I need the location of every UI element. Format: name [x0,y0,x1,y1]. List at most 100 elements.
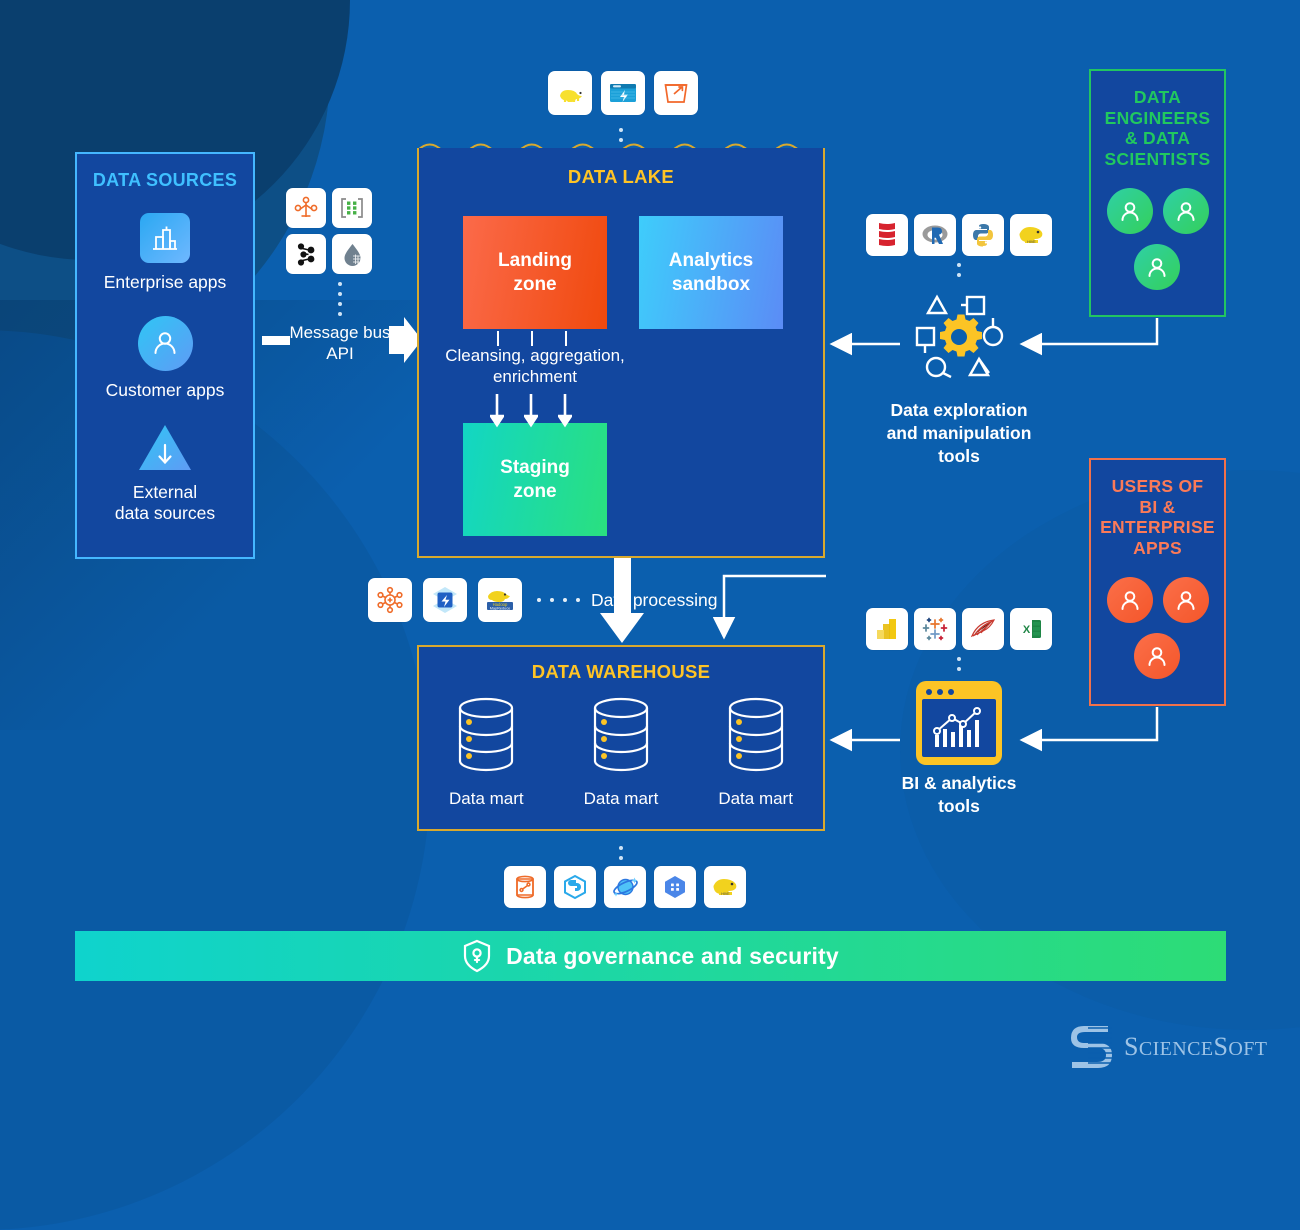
python-icon[interactable] [962,214,1004,256]
avatar [1106,576,1153,623]
data-mart-label: Data mart [449,788,524,808]
azure-event-hubs-icon[interactable] [332,188,372,228]
azure-data-lake-storage-icon[interactable] [601,71,645,115]
shield-lock-icon [463,939,491,973]
data-source-label: External data sources [114,481,216,524]
svg-text:MapReduce: MapReduce [490,607,510,611]
svg-text:X: X [1023,624,1031,636]
data-governance-bar: Data governance and security [75,931,1226,981]
data-mart[interactable]: Data mart [583,695,659,809]
avatar [1106,187,1153,234]
database-cylinder-icon [459,697,514,771]
sql-server-reporting-services-icon[interactable] [962,608,1004,650]
bi-tools-label: BI & analytics tools [901,773,1017,816]
data-lake-storage-icons [548,71,698,115]
sciencesoft-logo-text: SCIENCESOFT [1124,1032,1267,1062]
apache-kafka-icon[interactable] [286,234,326,274]
analytics-sandbox-zone[interactable]: Analytics sandbox [639,216,783,329]
bar-line-chart-icon [933,707,981,747]
bi-analytics-window-icon [916,681,1002,765]
window-chart-area [922,699,996,757]
hadoop-mapreduce-icon[interactable]: Hadoop MapReduce [478,578,522,622]
logo-s2: S [1213,1032,1229,1061]
data-exploration-tools-group: HIVE Data exploration and manipulation t… [866,214,1052,467]
transform-arrow [558,394,572,428]
microsoft-excel-icon[interactable]: X [1010,608,1052,650]
azure-databricks-icon[interactable] [423,578,467,622]
data-source-customer-apps[interactable]: Customer apps [77,315,253,401]
logo-cience: CIENCE [1138,1038,1214,1060]
data-source-external[interactable]: External data sources [77,421,253,525]
data-source-label: Customer apps [105,379,225,400]
avatar [1133,243,1180,290]
aws-glue-icon[interactable] [368,578,412,622]
data-mart[interactable]: Data mart [718,695,793,809]
bi-users-title: USERS OF BI & ENTERPRISE APPS [1100,476,1215,558]
data-sources-title: DATA SOURCES [92,170,238,190]
data-source-label: Enterprise apps [103,272,227,293]
database-cylinder-icon [728,697,783,771]
download-triangle-icon [135,421,195,473]
apache-hive-icon[interactable]: HIVE [704,866,746,908]
data-lake-panel: DATA LAKE Landing zone Analytics sandbox… [417,148,825,558]
exploration-dotted-connector [957,263,961,277]
data-mart[interactable]: Data mart [449,695,524,809]
google-bigquery-icon[interactable] [654,866,696,908]
message-bus-icon-grid [286,188,390,274]
transform-label: Cleansing, aggregation, enrichment [445,346,625,386]
azure-cosmos-db-icon[interactable] [604,866,646,908]
data-mart-label: Data mart [718,788,793,808]
svg-text:HIVE: HIVE [1027,240,1036,244]
data-source-enterprise-apps[interactable]: Enterprise apps [77,213,253,293]
exploration-tool-icons: HIVE [866,214,1052,256]
bi-users-avatars [1099,576,1217,679]
office-building-icon [140,213,190,264]
data-engineers-title: DATA ENGINEERS & DATA SCIENTISTS [1104,87,1211,169]
azure-synapse-icon[interactable] [554,866,596,908]
landing-zone[interactable]: Landing zone [463,216,607,329]
scala-icon[interactable] [866,214,908,256]
avatar [1133,632,1180,679]
logo-oft: OFT [1228,1038,1268,1060]
bi-tools-dotted-connector [957,657,961,671]
apache-nifi-icon[interactable] [332,234,372,274]
data-warehouse-dotted-connector [619,846,623,860]
sciencesoft-logo: SCIENCESOFT [1068,1022,1267,1072]
amazon-redshift-icon[interactable] [504,866,546,908]
data-warehouse-title: DATA WAREHOUSE [531,661,711,682]
diagram-canvas: DATA SOURCES Enterprise apps Customer ap… [0,0,1300,1230]
apache-hive-icon[interactable]: HIVE [1010,214,1052,256]
transform-stub [565,331,567,346]
data-mart-label: Data mart [583,788,659,808]
data-engineers-panel: DATA ENGINEERS & DATA SCIENTISTS [1089,69,1226,317]
power-bi-icon[interactable] [866,608,908,650]
data-marts-row: Data mart Data mart Data mart [419,695,823,809]
aws-kinesis-icon[interactable] [286,188,326,228]
amazon-s3-bucket-icon[interactable] [654,71,698,115]
database-cylinder-icon [593,697,649,771]
tableau-icon[interactable] [914,608,956,650]
data-processing-dotted-connector [537,598,580,602]
r-language-icon[interactable] [914,214,956,256]
data-sources-panel: DATA SOURCES Enterprise apps Customer ap… [75,152,255,559]
transform-stub [531,331,533,346]
apache-hadoop-icon[interactable] [548,71,592,115]
data-governance-label: Data governance and security [506,942,839,969]
transform-arrow [524,394,538,428]
staging-zone-label: Staging zone [500,456,570,502]
data-processing-label: Data processing [591,589,718,610]
data-engineers-avatars [1099,187,1217,290]
data-warehouse-panel: DATA WAREHOUSE Data mart Data mart Data … [417,645,825,831]
avatar [1162,576,1209,623]
bi-analytics-tools-group: X BI & analytics tools [866,608,1052,818]
message-bus-label: Message bus API [289,323,391,364]
staging-zone[interactable]: Staging zone [463,423,607,536]
sciencesoft-logo-mark [1071,1026,1112,1068]
data-processing-group: Hadoop MapReduce Data processing [368,578,717,622]
bi-users-panel: USERS OF BI & ENTERPRISE APPS [1089,458,1226,706]
svg-text:HIVE: HIVE [721,892,730,896]
transform-stub [497,331,499,346]
bi-tool-icons: X [866,608,1052,650]
logo-s1: S [1124,1032,1139,1061]
data-lake-title: DATA LAKE [567,166,675,187]
